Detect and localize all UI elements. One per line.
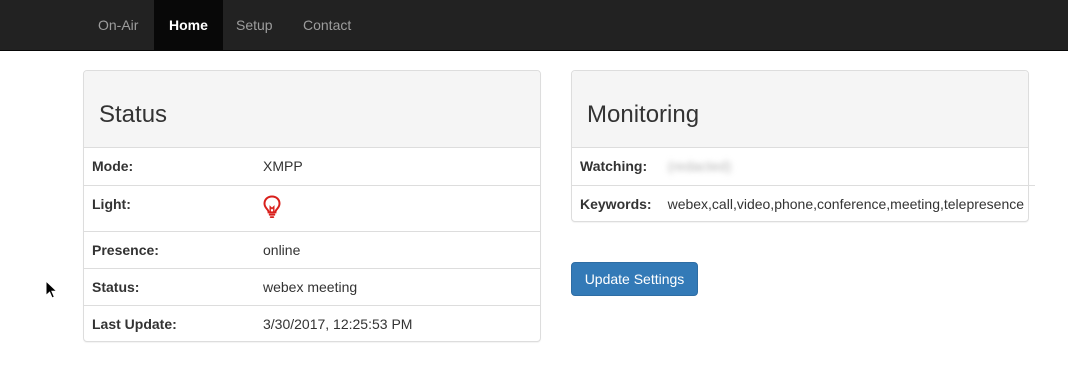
nav-item-contact[interactable]: Contact (288, 0, 366, 50)
status-label: Status: (84, 267, 255, 305)
table-row: Last Update: 3/30/2017, 12:25:53 PM (84, 304, 540, 341)
update-settings-button[interactable]: Update Settings (571, 262, 698, 296)
status-value: webex meeting (255, 267, 540, 305)
last-update-label: Last Update: (84, 304, 255, 341)
mode-value: XMPP (263, 158, 303, 174)
keywords-value: webex,call,video,phone,conference,meetin… (659, 184, 1035, 222)
presence-label: Presence: (84, 230, 255, 268)
monitoring-panel-title: Monitoring (587, 101, 700, 128)
watching-value: (redacted) (660, 148, 1035, 185)
status-panel-title: Status (99, 101, 168, 128)
watching-value-redacted: (redacted) (667, 158, 732, 174)
nav-item-on-air[interactable]: On-Air (83, 0, 153, 50)
keywords-label: Keywords: (572, 184, 660, 222)
watching-label: Watching: (580, 158, 648, 174)
table-row: Status: webex meeting (84, 267, 540, 305)
monitoring-panel: Monitoring Watching: (redacted) Keywords… (571, 70, 1035, 222)
table-row: Mode: XMPP (84, 148, 540, 185)
monitoring-table: Watching: (redacted) Keywords: webex,cal… (572, 148, 1035, 222)
status-panel: Status Mode: XMPP Light: Presence: onlin… (83, 70, 541, 342)
table-row: Watching: (redacted) (572, 148, 1035, 185)
status-panel-heading: Status (84, 71, 540, 148)
table-row: Light: (84, 184, 540, 231)
status-table: Mode: XMPP Light: Presence: online Statu… (84, 148, 540, 341)
light-value (255, 184, 540, 231)
mode-label: Mode: (92, 158, 134, 174)
last-update-value: 3/30/2017, 12:25:53 PM (255, 304, 540, 341)
table-row: Presence: online (84, 230, 540, 268)
mouse-cursor-icon (45, 280, 59, 299)
table-row: Keywords: webex,call,video,phone,confere… (572, 184, 1035, 222)
monitoring-panel-heading: Monitoring (572, 71, 1028, 148)
top-navbar: On-Air Home Setup Contact (0, 0, 1068, 51)
light-label: Light: (84, 184, 255, 231)
nav-item-setup[interactable]: Setup (221, 0, 288, 50)
presence-value: online (255, 230, 540, 268)
nav-item-home[interactable]: Home (154, 0, 223, 50)
lightbulb-icon (263, 194, 281, 218)
